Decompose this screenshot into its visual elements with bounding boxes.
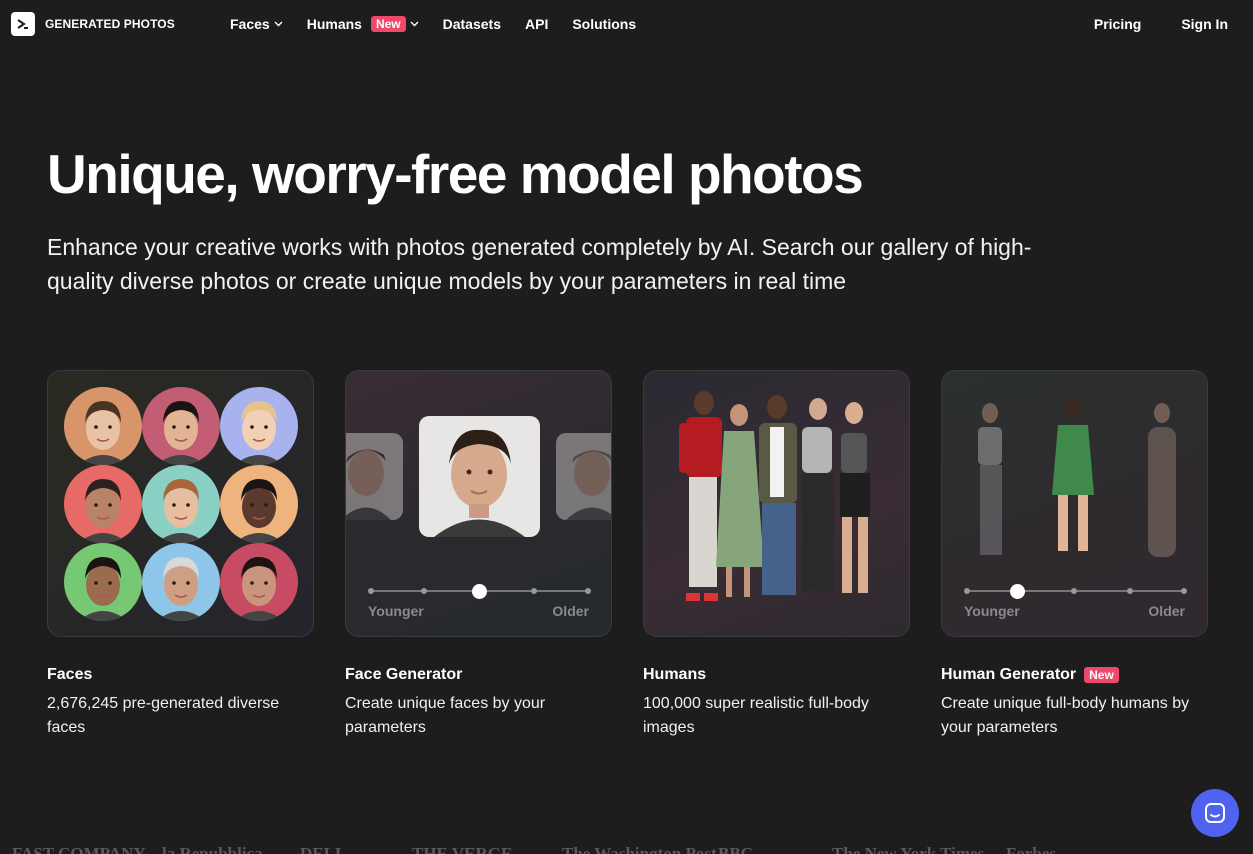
slider-tick [368,588,374,594]
nav-faces[interactable]: Faces [230,16,283,32]
face-generator-card[interactable]: Younger Older [345,370,612,637]
press-logo: BBC [718,844,753,854]
faces-card[interactable] [47,370,314,637]
face-avatar [142,387,220,465]
chat-bubble-icon [1205,803,1225,823]
chat-button[interactable] [1191,789,1239,837]
press-logo: The Washington Post [562,844,717,854]
account-menu: Pricing Sign In [1054,0,1228,48]
new-badge: New [370,16,406,32]
slider-tick [421,588,427,594]
face-avatar [64,543,142,621]
slider-max-label: Older [552,603,589,619]
face-thumb-main [419,416,540,537]
faces-card-title[interactable]: Faces [47,666,92,684]
face-avatar [64,465,142,543]
face-avatar [142,465,220,543]
press-logo: DELL [300,844,347,854]
humans-card-title[interactable]: Humans [643,666,706,684]
age-slider-knob[interactable] [1010,584,1025,599]
age-slider-knob[interactable] [472,584,487,599]
human-generator-card[interactable]: Younger Older [941,370,1208,637]
nav-faces-label: Faces [230,16,270,32]
human-generator-title-text: Human Generator [941,666,1077,683]
nav-pricing[interactable]: Pricing [1094,16,1141,32]
face-generator-card-title[interactable]: Face Generator [345,666,462,684]
face-thumb-right [556,433,611,520]
chevron-down-icon [274,21,283,27]
slider-max-label: Older [1148,603,1185,619]
humans-card-desc: 100,000 super realistic full-body images [643,695,869,736]
logo-icon [11,12,35,36]
humans-group-image [679,391,870,601]
brand-name: GENERATED PHOTOS [45,17,175,31]
face-avatar [142,543,220,621]
nav-humans[interactable]: Humans New [307,16,419,32]
slider-tick [585,588,591,594]
slider-tick [1181,588,1187,594]
press-logo: THE VERGE [412,844,513,854]
slider-min-label: Younger [368,603,424,619]
slider-tick [1127,588,1133,594]
chevron-down-icon [410,21,419,27]
nav-humans-label: Humans [306,16,362,32]
face-generator-card-desc: Create unique faces by your parameters [345,695,546,736]
nav-datasets[interactable]: Datasets [443,16,501,32]
slider-tick [1071,588,1077,594]
brand-logo[interactable]: GENERATED PHOTOS [11,12,175,36]
face-avatar [220,465,298,543]
hero-title: Unique, worry-free model photos [47,143,864,205]
press-logos: FAST COMPANY la Repubblica DELL THE VERG… [0,840,1253,854]
slider-tick [964,588,970,594]
human-generator-card-desc: Create unique full-body humans by your p… [941,695,1190,736]
press-logo: The New York Times [832,844,985,854]
slider-min-label: Younger [964,603,1020,619]
hero-subtitle: Enhance your creative works with photos … [47,234,1032,294]
nav-api[interactable]: API [525,16,548,32]
slider-tick [531,588,537,594]
nav-solutions[interactable]: Solutions [572,16,636,32]
face-avatar [220,387,298,465]
faces-card-desc: 2,676,245 pre-generated diverse faces [47,695,280,736]
human-generator-image [978,396,1176,557]
new-badge: New [1084,667,1119,683]
face-thumb-left [346,433,403,520]
face-avatar [64,387,142,465]
main-menu: Faces Humans New Datasets API Solutions [230,0,660,48]
press-logo: la Repubblica [162,844,263,854]
top-navigation: GENERATED PHOTOS Faces Humans New Datase… [0,0,1253,48]
press-logo: Forbes [1006,844,1057,854]
human-generator-card-title[interactable]: Human Generator New [941,666,1119,684]
nav-sign-in[interactable]: Sign In [1181,16,1228,32]
humans-card[interactable] [643,370,910,637]
press-logo: FAST COMPANY [12,844,146,854]
face-avatar [220,543,298,621]
